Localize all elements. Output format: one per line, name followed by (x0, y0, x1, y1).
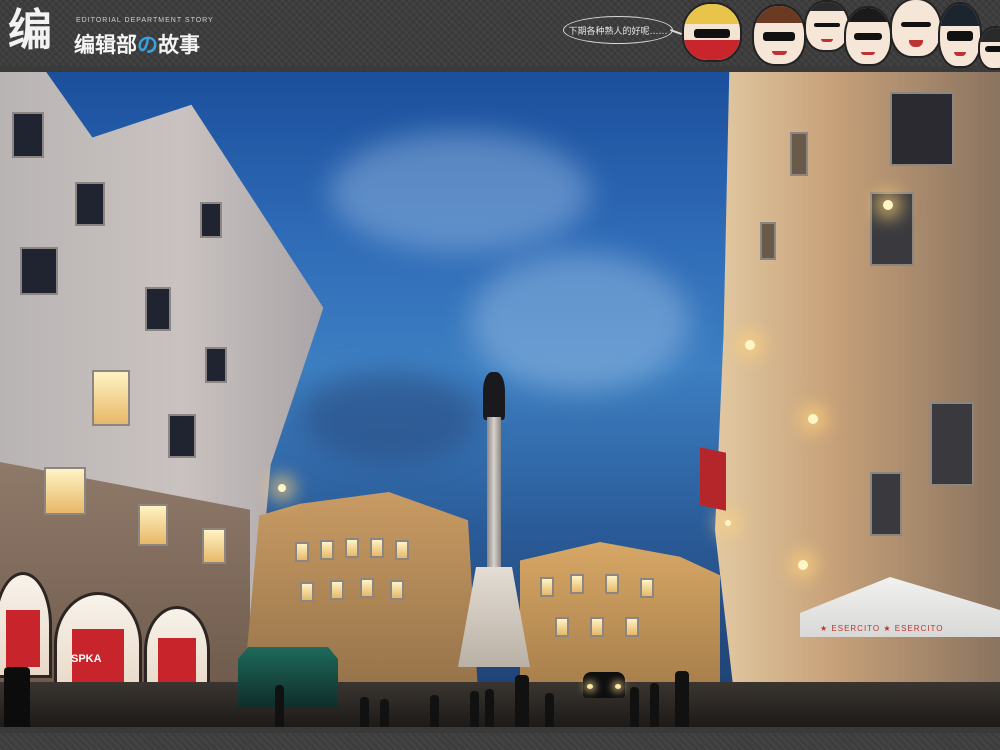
person (470, 691, 479, 727)
window (555, 617, 569, 637)
window (360, 578, 374, 598)
storefront-sign: SPKA (71, 653, 102, 665)
window (930, 402, 974, 486)
window (20, 247, 58, 295)
window (205, 347, 227, 383)
street-lamp (808, 414, 818, 424)
person (360, 697, 369, 727)
window (44, 467, 86, 515)
person (380, 699, 389, 727)
speech-bubble: 下期各种熟人的好呢…… (563, 16, 673, 44)
crowd (230, 657, 710, 727)
person (515, 675, 529, 727)
window (605, 574, 619, 594)
logo-name-part2: 故事 (158, 33, 200, 57)
column-statue (483, 372, 505, 420)
window (760, 222, 776, 260)
person (485, 689, 494, 727)
street-lamp (883, 200, 893, 210)
logo-name-accent: の (137, 33, 158, 57)
window (625, 617, 639, 637)
person (4, 667, 30, 727)
street-lamp (798, 560, 808, 570)
window (138, 504, 168, 546)
logo-name: 编辑部の故事 (74, 29, 200, 59)
logo-subtitle: EDITORIAL DEPARTMENT STORY (76, 17, 214, 24)
avatar-red-scarf-icon (682, 2, 742, 62)
site-logo[interactable]: 编 EDITORIAL DEPARTMENT STORY 编辑部の故事 (8, 4, 308, 62)
window (345, 538, 359, 558)
street-photo: SPKA ★ ESERCITO ★ ESERCITO (0, 72, 1000, 727)
footer-bar (0, 733, 1000, 750)
avatar-long-hair-icon (938, 2, 982, 68)
window (300, 582, 314, 602)
window (320, 540, 334, 560)
window (590, 617, 604, 637)
window (640, 578, 654, 598)
window (168, 414, 196, 458)
person (650, 683, 659, 727)
window (75, 182, 105, 226)
avatar-strip (678, 0, 1000, 70)
avatar-bald-man-icon (890, 0, 942, 58)
avatar-sunglasses-man-icon (844, 6, 892, 66)
column-monument (487, 417, 501, 577)
shop-window: SPKA (54, 592, 142, 696)
window (200, 202, 222, 238)
street-lamp (725, 520, 731, 526)
person (675, 671, 689, 727)
avatar-crying-icon (804, 0, 850, 52)
logo-glyph: 编 (8, 5, 52, 56)
window (370, 538, 384, 558)
window (202, 528, 226, 564)
window (395, 540, 409, 560)
avatar-glasses-woman-icon (752, 4, 806, 66)
avatar-partial-icon (978, 26, 1000, 70)
street-lamp (745, 340, 755, 350)
person (545, 693, 554, 727)
window (870, 472, 902, 536)
person (630, 687, 639, 727)
cloud (330, 132, 590, 252)
person (430, 695, 439, 727)
window (390, 580, 404, 600)
window (12, 112, 44, 158)
person (275, 685, 284, 727)
window (540, 577, 554, 597)
header-bar: 编 EDITORIAL DEPARTMENT STORY 编辑部の故事 下期各种… (0, 0, 1000, 70)
street-lamp (278, 484, 286, 492)
window (790, 132, 808, 176)
window (145, 287, 171, 331)
tent-banner: ★ ESERCITO ★ ESERCITO (820, 624, 944, 633)
window (890, 92, 954, 166)
logo-name-part1: 编辑部 (74, 33, 137, 57)
cloud (300, 372, 480, 462)
window (330, 580, 344, 600)
window (92, 370, 130, 426)
shop-window (0, 572, 52, 678)
window (570, 574, 584, 594)
cloud (470, 252, 690, 392)
window (295, 542, 309, 562)
flag (700, 447, 726, 511)
